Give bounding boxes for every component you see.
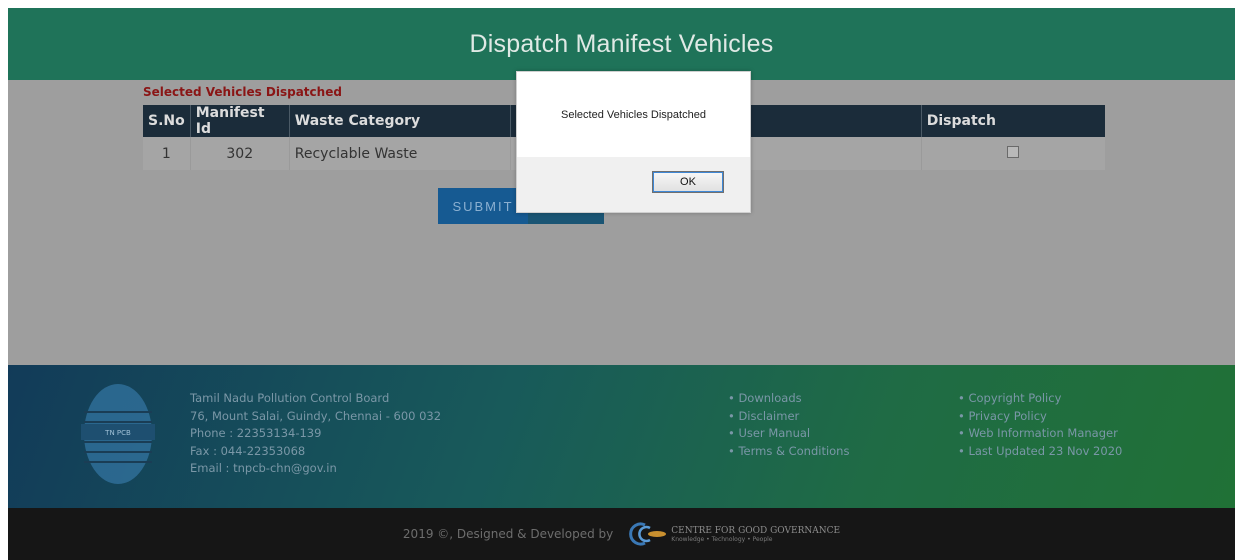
footer-link-privacy[interactable]: Privacy Policy xyxy=(958,408,1122,426)
cell-dispatch xyxy=(921,137,1105,170)
footer-links-col1: Downloads Disclaimer User Manual Terms &… xyxy=(728,390,849,460)
cgg-name: CENTRE FOR GOOD GOVERNANCE xyxy=(671,525,841,536)
cell-manifest-id: 302 xyxy=(190,137,290,170)
footer-fax: Fax : 044-22353068 xyxy=(190,443,306,458)
footer-link-disclaimer[interactable]: Disclaimer xyxy=(728,408,849,426)
col-manifest-id-header: Manifest Id xyxy=(190,105,290,137)
cgg-logo[interactable]: CENTRE FOR GOOD GOVERNANCE Knowledge • T… xyxy=(623,522,840,546)
ok-button[interactable]: OK xyxy=(652,171,724,193)
col-waste-category-header: Waste Category xyxy=(289,105,511,137)
footer-link-downloads[interactable]: Downloads xyxy=(728,390,849,408)
alert-dialog: Selected Vehicles Dispatched OK xyxy=(516,71,751,213)
cgg-swirl-icon xyxy=(629,522,667,546)
site-footer: TN PCB Tamil Nadu Pollution Control Boar… xyxy=(8,365,1235,508)
footer-links-col2: Copyright Policy Privacy Policy Web Info… xyxy=(958,390,1122,460)
dialog-message: Selected Vehicles Dispatched xyxy=(561,108,706,121)
footer-link-copyright[interactable]: Copyright Policy xyxy=(958,390,1122,408)
footer-address: Tamil Nadu Pollution Control Board 76, M… xyxy=(190,390,441,478)
footer-last-updated: Last Updated 23 Nov 2020 xyxy=(958,443,1122,461)
tnpcb-logo-icon: TN PCB xyxy=(81,384,155,484)
credit-text: 2019 ©, Designed & Developed by xyxy=(402,527,614,541)
footer-address-line: 76, Mount Salai, Guindy, Chennai - 600 0… xyxy=(190,408,442,423)
col-dispatch-header: Dispatch xyxy=(926,113,996,129)
cgg-tagline: Knowledge • Technology • People xyxy=(671,535,773,543)
footer-link-web-info-manager[interactable]: Web Information Manager xyxy=(958,425,1122,443)
submit-button[interactable]: SUBMIT xyxy=(438,188,528,224)
footer-phone: Phone : 22353134-139 xyxy=(190,426,322,440)
cell-sno: 1 xyxy=(143,137,191,170)
footer-link-terms[interactable]: Terms & Conditions xyxy=(728,443,849,461)
footer-email: Email : tnpcb-chn@gov.in xyxy=(190,461,337,475)
footer-link-user-manual[interactable]: User Manual xyxy=(728,425,849,443)
dispatch-checkbox[interactable] xyxy=(1007,145,1020,158)
footer-org-name: Tamil Nadu Pollution Control Board xyxy=(190,391,390,405)
status-message: Selected Vehicles Dispatched xyxy=(143,85,342,99)
page-title: Dispatch Manifest Vehicles xyxy=(469,29,774,58)
col-sno-header: S.No xyxy=(143,105,191,137)
dialog-body: Selected Vehicles Dispatched xyxy=(517,72,750,157)
bottom-bar: 2019 ©, Designed & Developed by CENTRE F… xyxy=(8,508,1235,560)
cell-waste-category: Recyclable Waste xyxy=(289,137,511,170)
page-header: Dispatch Manifest Vehicles xyxy=(8,8,1235,80)
svg-text:TN PCB: TN PCB xyxy=(104,429,131,437)
